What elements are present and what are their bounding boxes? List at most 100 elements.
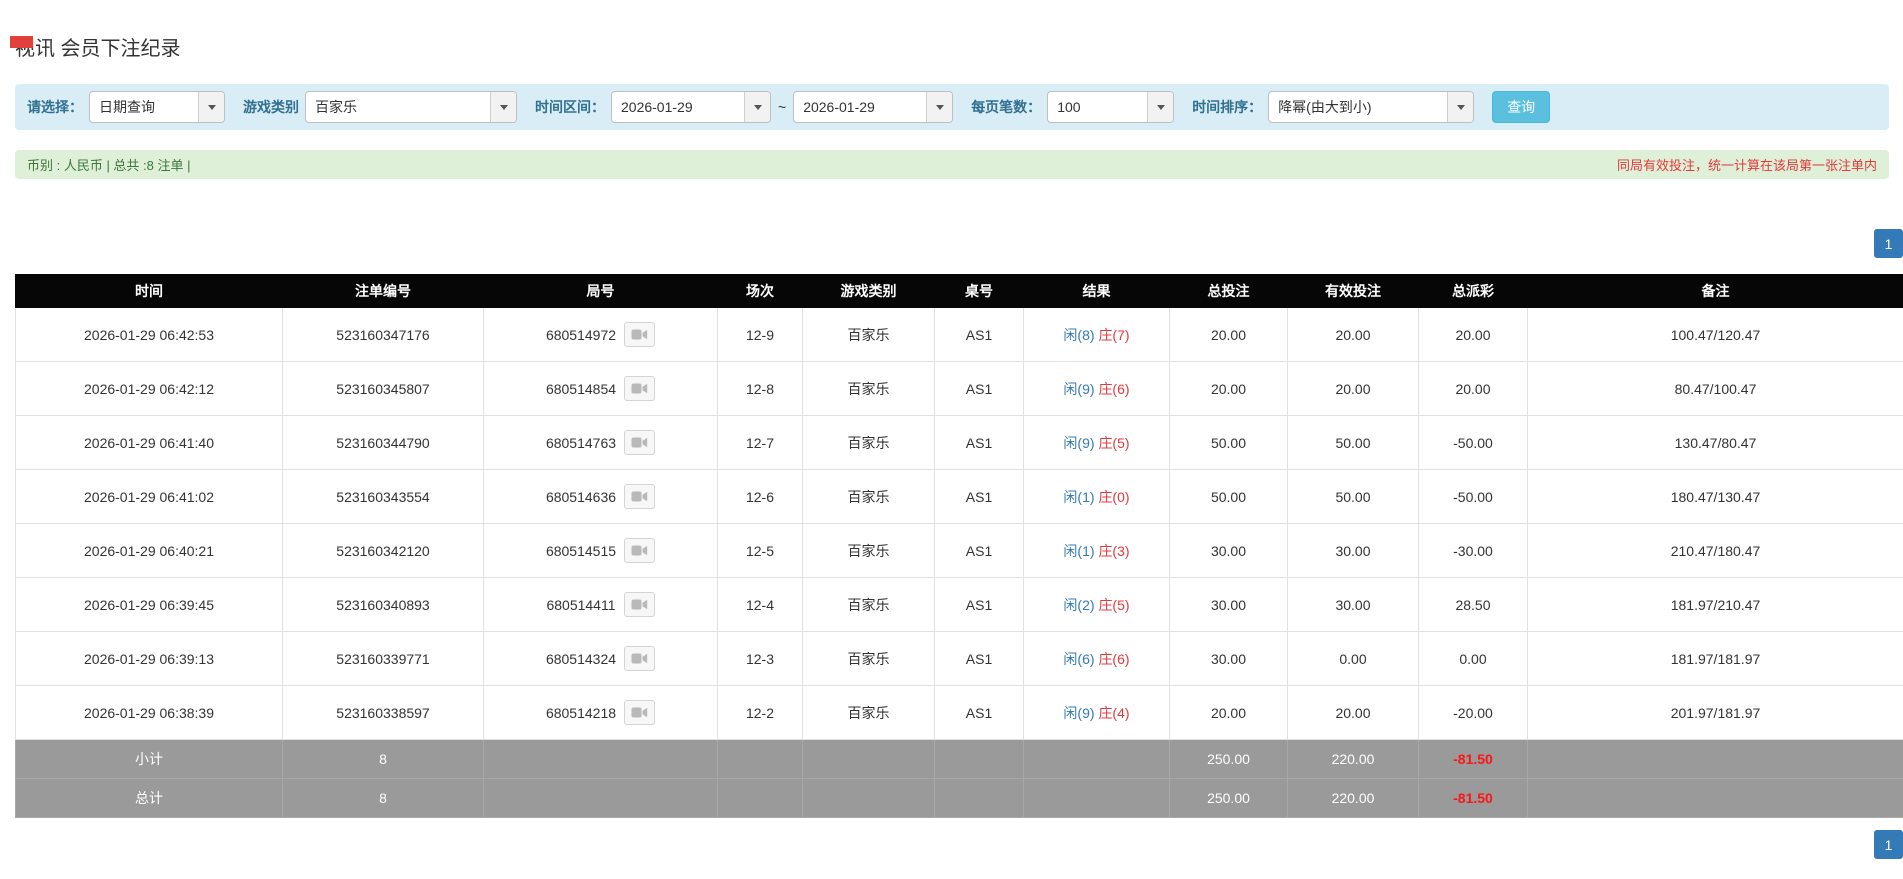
video-replay-button[interactable] <box>624 700 655 725</box>
result-player: 闲(6) <box>1063 651 1094 667</box>
video-replay-button[interactable] <box>624 646 655 671</box>
subtotal-row: 小计8250.00220.00-81.50 <box>16 740 1903 779</box>
search-button[interactable]: 查询 <box>1492 91 1550 123</box>
round-cell: 680514636 <box>484 470 718 524</box>
total-bet-link[interactable]: 30.00 <box>1170 524 1288 578</box>
result-banker: 庄(5) <box>1098 597 1129 613</box>
table-header-row: 时间注单编号局号场次游戏类别桌号结果总投注有效投注总派彩备注 <box>16 275 1903 308</box>
page-1-button-bottom[interactable]: 1 <box>1874 830 1903 859</box>
valid-bet-cell: 50.00 <box>1288 416 1419 470</box>
result-cell: 闲(9) 庄(4) <box>1024 686 1170 740</box>
total-bet-link[interactable]: 20.00 <box>1170 308 1288 362</box>
remark-cell: 100.47/120.47 <box>1528 308 1903 362</box>
video-replay-button[interactable] <box>624 322 655 347</box>
total-bet-link[interactable]: 50.00 <box>1170 416 1288 470</box>
footer-cell <box>484 779 718 818</box>
column-header-time: 时间 <box>16 275 283 308</box>
table-body: 2026-01-29 06:42:53523160347176680514972… <box>16 308 1903 740</box>
result-banker: 庄(4) <box>1098 705 1129 721</box>
result-cell: 闲(1) 庄(3) <box>1024 524 1170 578</box>
round-cell: 680514763 <box>484 416 718 470</box>
footer-cell: 8 <box>283 779 484 818</box>
footer-label: 小计 <box>16 740 283 779</box>
chevron-down-icon[interactable] <box>490 92 516 122</box>
game-type-value: 百家乐 <box>306 92 490 122</box>
chevron-down-icon[interactable] <box>744 92 770 122</box>
table-footer: 小计8250.00220.00-81.50总计8250.00220.00-81.… <box>16 740 1903 818</box>
sort-label: 时间排序： <box>1192 97 1262 117</box>
result-cell: 闲(2) 庄(5) <box>1024 578 1170 632</box>
total-bet-link[interactable]: 20.00 <box>1170 686 1288 740</box>
round-id-text: 680514636 <box>546 489 616 505</box>
round-wrap: 680514218 <box>546 700 655 725</box>
round-cell: 680514218 <box>484 686 718 740</box>
remark-cell: 181.97/210.47 <box>1528 578 1903 632</box>
table-row: 2026-01-29 06:42:12523160345807680514854… <box>16 362 1903 416</box>
caret-shape <box>936 105 944 110</box>
date-to-combobox[interactable]: 2026-01-29 <box>793 91 953 123</box>
video-camera-icon <box>631 706 648 719</box>
video-replay-button[interactable] <box>624 430 655 455</box>
top-left-red-marker <box>10 36 33 48</box>
chevron-down-icon[interactable] <box>1147 92 1173 122</box>
table-no-cell: AS1 <box>935 308 1024 362</box>
column-header-round-id: 局号 <box>484 275 718 308</box>
footer-cell <box>935 740 1024 779</box>
footer-cell: 8 <box>283 740 484 779</box>
video-camera-icon <box>631 382 648 395</box>
round-id-text: 680514324 <box>546 651 616 667</box>
remark-cell: 210.47/180.47 <box>1528 524 1903 578</box>
date-to-value: 2026-01-29 <box>794 92 926 122</box>
video-camera-icon <box>631 544 648 557</box>
caret-shape <box>754 105 762 110</box>
video-replay-button[interactable] <box>624 538 655 563</box>
time-cell: 2026-01-29 06:42:53 <box>16 308 283 362</box>
round-wrap: 680514324 <box>546 646 655 671</box>
chevron-down-icon[interactable] <box>926 92 952 122</box>
session-cell: 12-3 <box>718 632 803 686</box>
round-cell: 680514324 <box>484 632 718 686</box>
valid-bet-cell: 0.00 <box>1288 632 1419 686</box>
chevron-down-icon[interactable] <box>198 92 224 122</box>
session-cell: 12-5 <box>718 524 803 578</box>
column-header-valid-bet: 有效投注 <box>1288 275 1419 308</box>
bet-id-cell: 523160342120 <box>283 524 484 578</box>
video-replay-button[interactable] <box>624 376 655 401</box>
column-header-remark: 备注 <box>1528 275 1903 308</box>
remark-cell: 201.97/181.97 <box>1528 686 1903 740</box>
valid-bet-cell: 30.00 <box>1288 524 1419 578</box>
result-player: 闲(9) <box>1063 381 1094 397</box>
caret-shape <box>500 105 508 110</box>
total-bet-link[interactable]: 50.00 <box>1170 470 1288 524</box>
date-from-combobox[interactable]: 2026-01-29 <box>611 91 771 123</box>
result-banker: 庄(6) <box>1098 381 1129 397</box>
game-type-cell: 百家乐 <box>803 524 935 578</box>
round-wrap: 680514854 <box>546 376 655 401</box>
chevron-down-icon[interactable] <box>1447 92 1473 122</box>
result-banker: 庄(5) <box>1098 435 1129 451</box>
table-no-cell: AS1 <box>935 524 1024 578</box>
query-type-combobox[interactable]: 日期查询 <box>89 91 225 123</box>
date-separator: ~ <box>778 99 786 115</box>
total-bet-link[interactable]: 20.00 <box>1170 362 1288 416</box>
total-bet-link[interactable]: 30.00 <box>1170 632 1288 686</box>
payout-cell: -50.00 <box>1419 470 1528 524</box>
notice-bar: 币别 : 人民币 | 总共 :8 注单 | 同局有效投注，统一计算在该局第一张注… <box>15 150 1889 179</box>
game-type-combobox[interactable]: 百家乐 <box>305 91 517 123</box>
video-replay-button[interactable] <box>624 484 655 509</box>
column-header-table-no: 桌号 <box>935 275 1024 308</box>
bet-id-cell: 523160344790 <box>283 416 484 470</box>
payout-cell: 20.00 <box>1419 362 1528 416</box>
sort-combobox[interactable]: 降幂(由大到小) <box>1268 91 1474 123</box>
table-no-cell: AS1 <box>935 362 1024 416</box>
total-bet-link[interactable]: 30.00 <box>1170 578 1288 632</box>
page-1-button[interactable]: 1 <box>1874 229 1903 258</box>
filter-group-page-size: 每页笔数： 100 <box>971 91 1174 123</box>
page-size-combobox[interactable]: 100 <box>1047 91 1174 123</box>
result-cell: 闲(8) 庄(7) <box>1024 308 1170 362</box>
time-cell: 2026-01-29 06:41:02 <box>16 470 283 524</box>
result-banker: 庄(3) <box>1098 543 1129 559</box>
round-id-text: 680514218 <box>546 705 616 721</box>
game-type-cell: 百家乐 <box>803 686 935 740</box>
video-replay-button[interactable] <box>624 592 655 617</box>
